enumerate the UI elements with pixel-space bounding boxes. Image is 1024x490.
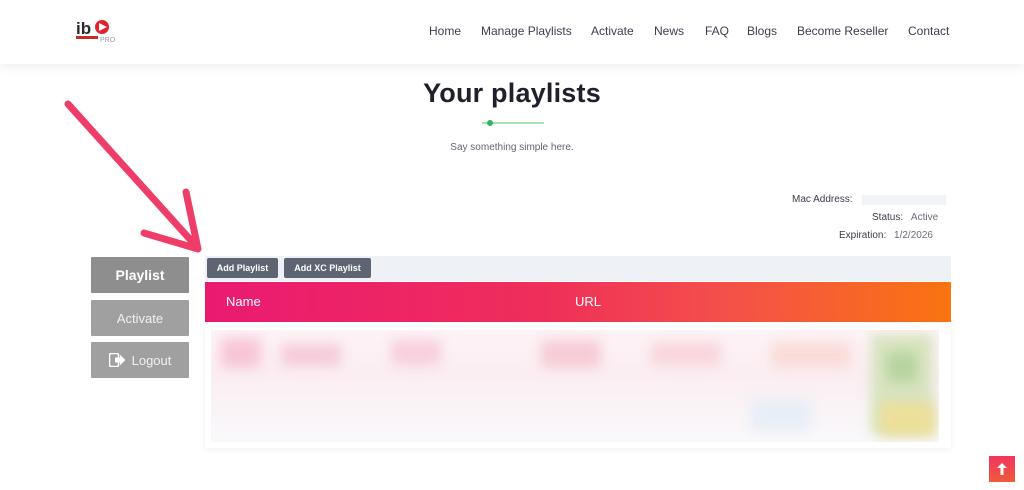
nav-manage-playlists[interactable]: Manage Playlists	[481, 22, 572, 40]
nav-home[interactable]: Home	[429, 22, 461, 40]
mac-address-redacted	[862, 195, 946, 205]
sidebar-item-activate[interactable]: Activate	[91, 300, 189, 336]
nav-faq[interactable]: FAQ	[705, 22, 729, 40]
sidebar-item-label: Logout	[131, 352, 172, 368]
sidebar-item-label: Activate	[116, 310, 164, 326]
status-value: Active	[910, 212, 939, 223]
sidebar-item-logout[interactable]: Logout	[91, 342, 189, 378]
add-xc-playlist-button[interactable]: Add XC Playlist	[284, 258, 371, 278]
sidebar-item-label: Playlist	[115, 267, 165, 283]
title-divider-dot	[487, 120, 493, 126]
add-playlist-button[interactable]: Add Playlist	[207, 258, 278, 278]
status-row: Status: Active	[872, 211, 938, 225]
page-subtitle: Say something simple here.	[450, 142, 574, 153]
playlist-table-body	[205, 322, 951, 448]
main-nav: Home Manage Playlists Activate News FAQ …	[0, 22, 1024, 42]
page-title: Your playlists	[423, 78, 601, 108]
mac-address-label: Mac Address:	[792, 194, 853, 205]
expiration-value: 1/2/2026	[894, 230, 933, 241]
nav-activate[interactable]: Activate	[591, 22, 634, 40]
mac-address-row: Mac Address:	[792, 193, 858, 207]
arrow-up-icon	[997, 463, 1007, 475]
playlist-table-header: Name URL	[205, 282, 951, 322]
logout-icon	[108, 353, 126, 367]
nav-contact[interactable]: Contact	[908, 22, 949, 40]
nav-become-reseller[interactable]: Become Reseller	[797, 22, 888, 40]
nav-blogs[interactable]: Blogs	[747, 22, 777, 40]
site-header: ib PRO Home Manage Playlists Activate Ne…	[0, 0, 1024, 64]
scroll-to-top-button[interactable]	[989, 456, 1015, 482]
expiration-row: Expiration: 1/2/2026	[839, 229, 933, 243]
sidebar-item-playlist[interactable]: Playlist	[91, 257, 189, 293]
table-row[interactable]	[211, 330, 939, 442]
nav-news[interactable]: News	[654, 22, 684, 40]
redacted-playlist-content	[211, 330, 939, 442]
column-header-url: URL	[575, 294, 602, 309]
status-label: Status:	[872, 212, 904, 223]
expiration-label: Expiration:	[839, 230, 887, 241]
column-header-name: Name	[226, 294, 261, 309]
